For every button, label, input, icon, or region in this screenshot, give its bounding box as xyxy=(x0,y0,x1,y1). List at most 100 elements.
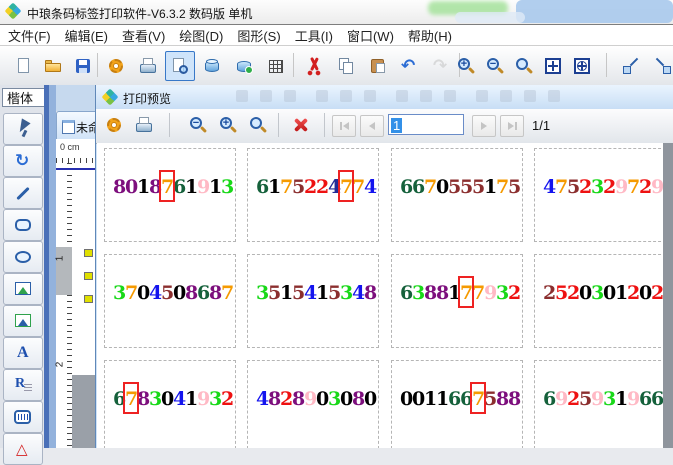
print-settings-icon xyxy=(104,115,124,135)
selection-handle[interactable] xyxy=(84,249,93,257)
label-digits: 8018761913 xyxy=(113,175,233,199)
selection-handle[interactable] xyxy=(84,272,93,280)
select-icon xyxy=(13,119,33,139)
grid-button[interactable] xyxy=(261,51,291,81)
fit-selection-button[interactable] xyxy=(567,51,597,81)
selection-handle[interactable] xyxy=(84,295,93,303)
tool-shape-triangle-button[interactable] xyxy=(3,433,43,465)
copy-icon xyxy=(336,56,356,76)
highlighted-digit: 7 xyxy=(472,387,484,411)
print-preview-button[interactable] xyxy=(165,51,195,81)
label-cell: 6670555175 xyxy=(391,148,523,242)
database-connect-button[interactable] xyxy=(229,51,259,81)
zoom-out-icon xyxy=(485,56,505,76)
paste-button[interactable] xyxy=(363,51,393,81)
rounded-rectangle-icon xyxy=(13,215,33,235)
last-page-button[interactable] xyxy=(500,115,524,137)
preview-page: 8018761913617522477466705551754752329729… xyxy=(97,143,673,448)
tool-image-button[interactable] xyxy=(3,305,43,337)
window-title: 中琅条码标签打印软件-V6.3.2 数码版 单机 xyxy=(27,5,252,22)
zoom-button[interactable] xyxy=(509,51,539,81)
label-cell: 8018761913 xyxy=(104,148,236,242)
label-digits: 6783041932 xyxy=(113,387,233,411)
background-toolbar-ghost xyxy=(548,90,560,102)
tool-line-button[interactable] xyxy=(3,177,43,209)
document-tab[interactable]: 未命名1 xyxy=(56,111,98,140)
page-number-input[interactable]: 1 xyxy=(388,114,464,135)
open-file-button[interactable] xyxy=(38,51,68,81)
zoom-in-button[interactable] xyxy=(215,112,241,138)
scale-down-button[interactable] xyxy=(648,51,673,81)
new-document-icon xyxy=(13,56,33,76)
aero-glass-reflection xyxy=(516,0,673,23)
first-page-button[interactable] xyxy=(332,115,356,137)
menu-item-shape[interactable]: 图形(S) xyxy=(237,26,280,45)
prev-page-button[interactable] xyxy=(360,115,384,137)
copy-button[interactable] xyxy=(331,51,361,81)
cut-icon xyxy=(304,56,324,76)
close-button[interactable] xyxy=(288,112,314,138)
zoom-in-icon xyxy=(456,56,476,76)
database-button[interactable] xyxy=(197,51,227,81)
tool-text-button[interactable] xyxy=(3,337,43,369)
print-button[interactable] xyxy=(133,51,163,81)
ruler-mark: 1 xyxy=(54,256,65,262)
database-connect-icon xyxy=(234,56,254,76)
tool-picture-button[interactable] xyxy=(3,273,43,305)
document-icon xyxy=(62,120,75,134)
next-page-button[interactable] xyxy=(472,115,496,137)
settings-button[interactable] xyxy=(101,51,131,81)
background-toolbar-ghost xyxy=(420,90,432,102)
menu-bar: 文件(F) 编辑(E) 查看(V) 绘图(D) 图形(S) 工具(I) 窗口(W) 帮助(H) xyxy=(0,25,673,46)
print-settings-button[interactable] xyxy=(101,112,127,138)
close-icon xyxy=(291,115,311,135)
menu-item-file[interactable]: 文件(F) xyxy=(8,26,51,45)
highlighted-digit: 7 xyxy=(340,175,352,199)
zoom-button[interactable] xyxy=(245,112,271,138)
scale-up-button[interactable] xyxy=(616,51,646,81)
separator xyxy=(293,53,294,77)
save-button[interactable] xyxy=(68,51,98,81)
last-page-icon xyxy=(508,122,514,130)
tool-ellipse-button[interactable] xyxy=(3,241,43,273)
menu-item-help[interactable]: 帮助(H) xyxy=(408,26,452,45)
label-digits: 6925931966 xyxy=(543,387,663,411)
menu-item-window[interactable]: 窗口(W) xyxy=(347,26,394,45)
next-page-icon xyxy=(481,122,487,130)
background-toolbar-ghost xyxy=(524,90,536,102)
label-cell: 6175224774 xyxy=(247,148,379,242)
menu-item-draw[interactable]: 绘图(D) xyxy=(179,26,223,45)
fit-page-icon xyxy=(543,56,563,76)
background-toolbar-ghost xyxy=(260,90,272,102)
background-toolbar-ghost xyxy=(476,90,488,102)
separator xyxy=(606,53,607,77)
tool-rounded-rectangle-button[interactable] xyxy=(3,209,43,241)
print-button[interactable] xyxy=(131,112,157,138)
tool-select-button[interactable] xyxy=(3,113,43,145)
tool-barcode-button[interactable] xyxy=(3,401,43,433)
menu-item-edit[interactable]: 编辑(E) xyxy=(65,26,108,45)
image-icon xyxy=(13,311,33,331)
undo-button[interactable] xyxy=(395,51,425,81)
tool-rotate-button[interactable] xyxy=(3,145,43,177)
label-cell: 6388177932 xyxy=(391,254,523,348)
label-digits: 2520301202 xyxy=(543,281,663,305)
cut-button[interactable] xyxy=(299,51,329,81)
zoom-out-button[interactable] xyxy=(480,51,510,81)
prev-page-icon xyxy=(369,122,375,130)
label-digits: 6670555175 xyxy=(400,175,520,199)
highlighted-digit: 7 xyxy=(460,281,472,305)
print-icon xyxy=(138,56,158,76)
save-icon xyxy=(73,56,93,76)
zoom-out-button[interactable] xyxy=(185,112,211,138)
new-document-button[interactable] xyxy=(8,51,38,81)
open-file-icon xyxy=(43,56,63,76)
menu-item-tools[interactable]: 工具(I) xyxy=(295,26,333,45)
fit-page-button[interactable] xyxy=(538,51,568,81)
main-toolbar xyxy=(0,46,673,86)
highlighted-digit: 7 xyxy=(161,175,173,199)
tool-rich-text-button[interactable] xyxy=(3,369,43,401)
design-canvas[interactable] xyxy=(72,163,96,375)
zoom-in-button[interactable] xyxy=(451,51,481,81)
menu-item-view[interactable]: 查看(V) xyxy=(122,26,165,45)
